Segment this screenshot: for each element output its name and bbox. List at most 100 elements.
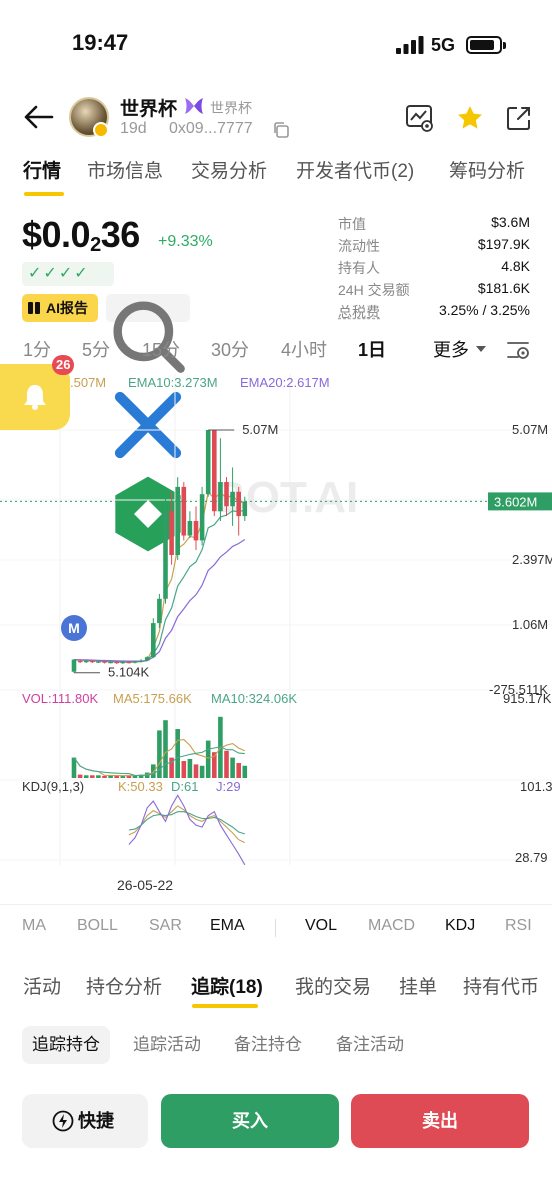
stat-24h-volume: 24H 交易额 $181.6K [338,280,530,298]
subtab-track-holdings[interactable]: 追踪持仓 [22,1026,110,1064]
timeframe-30m[interactable]: 30分 [211,336,249,362]
migration-marker[interactable]: M [61,615,87,641]
watch-chart-icon[interactable] [405,103,435,133]
security-checks[interactable]: ✓✓✓✓ [22,262,114,286]
candle-body [169,511,174,556]
ai-book-icon [28,302,40,314]
volume-bar [90,775,95,778]
vol-ma10-legend: MA10:324.06K [211,691,297,706]
timeframe-15m[interactable]: 15分 [142,336,180,362]
ema-lines [73,490,246,663]
tab-my-trades[interactable]: 我的交易 [295,972,371,999]
candle-body [181,486,187,536]
candle-body [193,520,199,541]
volume-bar [181,761,187,778]
candle-body [212,430,217,512]
volume-bar [199,765,205,778]
timeframe-1d[interactable]: 1日 [358,336,386,362]
volume-bar [163,720,168,778]
chain-badge-icon [93,122,109,138]
battery-icon [466,36,506,54]
copy-icon[interactable] [272,121,290,139]
tab-held-tokens[interactable]: 持有代币 [463,972,552,999]
kdj-d-line [128,811,245,835]
stat-liquidity: 流动性 $197.9K [338,236,530,254]
volume-bar [193,764,199,778]
back-arrow-icon[interactable] [22,100,56,134]
price-change: +9.33% [158,233,213,250]
volume-bar [102,775,107,778]
tab-chip-analysis[interactable]: 筹码分析 [449,156,525,183]
ema-legend: .507M EMA10:3.273M EMA20:2.617M [70,375,330,390]
candle-body [236,491,241,517]
buy-button[interactable]: 买入 [161,1094,339,1148]
tab-trade-analysis[interactable]: 交易分析 [191,156,267,183]
tab-holding-analysis[interactable]: 持仓分析 [86,972,162,999]
candle-body [242,501,248,517]
lightning-icon [52,1110,74,1132]
candle-body [108,662,113,664]
volume-bar [77,774,83,778]
vol-max-tick: 915.17K [503,691,552,706]
volume-bar [83,775,89,778]
indicator-ema[interactable]: EMA [210,917,245,935]
candle-body [205,430,211,495]
main-tabs: 行情 市场信息 交易分析 开发者代币(2) 筹码分析 [0,156,552,200]
alert-count-badge: 26 [52,355,75,375]
signal-icon [396,36,424,54]
star-icon[interactable] [455,103,485,133]
indicator-boll[interactable]: BOLL [77,917,118,935]
price-tick: 5.07M [512,422,548,437]
chart-settings-icon[interactable] [506,338,530,362]
status-time: 19:47 [72,30,129,55]
token-address[interactable]: 0x09...7777 [169,120,253,138]
volume-bar [151,764,156,778]
kdj-j: J:29 [216,779,241,794]
candle-body [218,482,223,512]
candle-body [96,661,101,663]
sell-button[interactable]: 卖出 [351,1094,529,1148]
subtab-note-activity[interactable]: 备注活动 [326,1026,414,1064]
indicator-macd[interactable]: MACD [368,917,415,935]
share-icon[interactable] [504,103,534,133]
indicator-kdj[interactable]: KDJ [445,917,475,935]
vol-legend-value: VOL:111.80K [22,691,98,706]
tab-activity[interactable]: 活动 [23,972,61,999]
kdj-tick-bottom: 28.79 [515,850,548,865]
tab-orders[interactable]: 挂单 [399,972,437,999]
indicator-selector: MA BOLL SAR EMA VOL MACD KDJ RSI [0,904,552,946]
subtab-track-activity[interactable]: 追踪活动 [123,1026,211,1064]
tab-dev-tokens[interactable]: 开发者代币(2) [296,156,414,183]
kdj-d: D:61 [171,779,198,794]
chevron-down-icon[interactable] [476,346,486,352]
candle-body [163,511,168,599]
network-label: 5G [431,35,456,55]
timeframe-4h[interactable]: 4小时 [281,336,327,362]
ai-report-button[interactable]: AI报告 [22,294,98,322]
more-timeframes-button[interactable]: 更多 [433,336,469,362]
indicator-rsi[interactable]: RSI [505,917,532,935]
volume-bar [236,763,241,778]
indicator-ma[interactable]: MA [22,917,46,935]
token-stats: 市值 $3.6M 流动性 $197.9K 持有人 4.8K 24H 交易额 $181.6… [338,214,530,324]
volume-bar [114,775,119,778]
tab-market-info[interactable]: 市场信息 [87,156,163,183]
stat-tax[interactable]: 总税费 3.25% / 3.25% [338,302,530,324]
ema20-legend: EMA20:2.617M [240,375,330,390]
kdj-j-line [128,794,246,866]
candle-body [120,662,126,664]
volume-bar [187,758,193,778]
indicator-sar[interactable]: SAR [149,917,182,935]
quick-trade-button[interactable]: 快捷 [22,1094,148,1148]
indicator-vol[interactable]: VOL [305,917,337,935]
timeframe-5m[interactable]: 5分 [82,336,110,362]
quick-trade-label: 快捷 [78,1111,114,1131]
tab-market[interactable]: 行情 [23,156,61,183]
candle-body [71,659,77,672]
timeframe-1m[interactable]: 1分 [23,336,51,362]
price-tick: 2.397M [512,552,552,567]
status-bar: 19:47 5G [0,0,552,80]
volume-bar [242,765,248,778]
tab-tracking[interactable]: 追踪(18) [191,972,263,999]
subtab-note-holdings[interactable]: 备注持仓 [224,1026,312,1064]
